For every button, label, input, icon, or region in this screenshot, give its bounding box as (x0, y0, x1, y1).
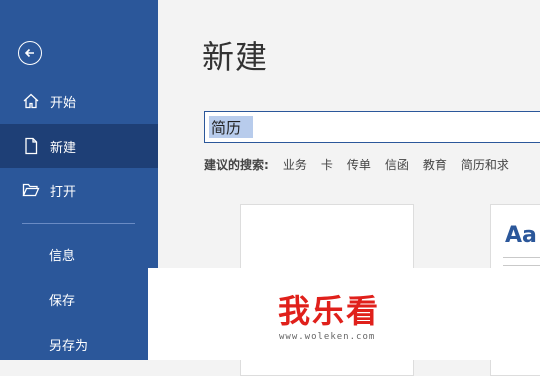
suggestion-link[interactable]: 卡 (321, 156, 333, 173)
page-title: 新建 (202, 38, 269, 76)
preview-line (503, 257, 540, 258)
sidebar-item-label: 保存 (49, 293, 76, 309)
watermark-url: www.woleken.com (279, 332, 376, 342)
sidebar-divider (22, 223, 135, 224)
sidebar-item-label: 新建 (50, 140, 77, 156)
sidebar-item-save-as[interactable]: 另存为 (0, 322, 158, 366)
sidebar-item-home[interactable]: 开始 (0, 79, 158, 123)
sidebar-item-open[interactable]: 打开 (0, 168, 158, 212)
sidebar-item-label: 另存为 (49, 338, 89, 354)
new-document-icon (22, 137, 40, 155)
suggestion-link[interactable]: 业务 (283, 156, 307, 173)
sidebar-item-label: 打开 (50, 184, 77, 200)
sidebar-item-info[interactable]: 信息 (0, 232, 158, 276)
suggestion-link[interactable]: 简历和求 (461, 156, 509, 173)
preview-line (503, 265, 540, 266)
sidebar-item-save[interactable]: 保存 (0, 277, 158, 321)
watermark-logo: 我乐看 (278, 292, 381, 330)
suggested-searches: 建议的搜索: 业务 卡 传单 信函 教育 简历和求 (204, 156, 523, 173)
suggestion-link[interactable]: 教育 (423, 156, 447, 173)
sidebar-item-label: 开始 (50, 95, 77, 111)
suggested-searches-label: 建议的搜索: (204, 158, 269, 172)
backstage-sidebar: 开始 新建 打开 信息 保存 另存为 (0, 0, 158, 360)
search-input[interactable] (209, 116, 253, 138)
home-icon (22, 92, 40, 110)
suggestion-link[interactable]: 信函 (385, 156, 409, 173)
sidebar-item-label: 信息 (49, 248, 76, 264)
template-preview-text: Aa (505, 223, 537, 248)
template-search-box[interactable] (204, 111, 540, 143)
folder-open-icon (22, 181, 40, 199)
sidebar-item-new[interactable]: 新建 (0, 124, 158, 168)
back-arrow-icon[interactable] (18, 41, 42, 65)
suggestion-link[interactable]: 传单 (347, 156, 371, 173)
